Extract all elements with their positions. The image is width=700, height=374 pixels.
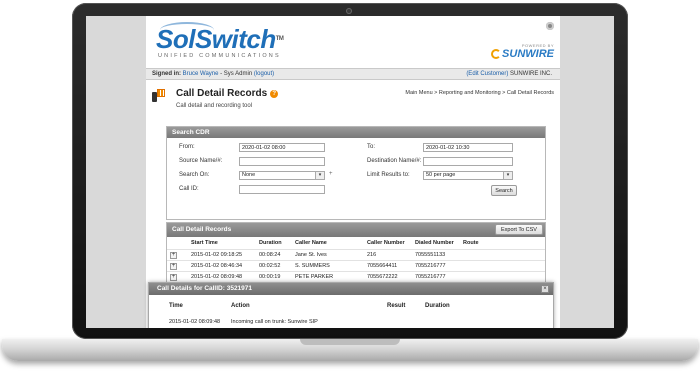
call-id-input[interactable] xyxy=(239,185,325,194)
call-id-label: Call ID: xyxy=(179,186,199,192)
close-icon[interactable]: × xyxy=(541,285,549,293)
sunwire-swirl-icon xyxy=(491,49,502,59)
partner-logo: SUNWIRE xyxy=(491,48,554,60)
help-icon[interactable]: ? xyxy=(270,90,279,98)
logout-link[interactable]: (logout) xyxy=(254,71,274,77)
user-role: - Sys Admin xyxy=(220,71,253,77)
customer-name: SUNWIRE INC. xyxy=(510,71,552,77)
destination-label: Destination Name/#: xyxy=(367,158,422,164)
cdr-phone-icon xyxy=(152,89,165,103)
col-caller-name[interactable]: Caller Name xyxy=(295,240,327,246)
source-input[interactable] xyxy=(239,157,325,166)
col-duration[interactable]: Duration xyxy=(259,240,282,246)
col-duration: Duration xyxy=(425,303,450,309)
destination-input[interactable] xyxy=(423,157,513,166)
call-details-title: Call Details for CallID: 3521971 xyxy=(149,283,553,295)
col-action: Action xyxy=(231,303,250,309)
limit-label: Limit Results to: xyxy=(367,172,410,178)
to-date-input[interactable] xyxy=(423,143,513,152)
search-panel-title: Search CDR xyxy=(167,127,545,138)
camera-icon xyxy=(346,8,352,14)
source-label: Source Name/#: xyxy=(179,158,223,164)
expand-row-button[interactable]: + xyxy=(170,274,177,281)
expand-row-button[interactable]: + xyxy=(170,263,177,270)
customer-info: (Edit Customer) SUNWIRE INC. xyxy=(466,69,552,79)
search-on-label: Search On: xyxy=(179,172,210,178)
search-button[interactable]: Search xyxy=(491,185,517,196)
col-dialed-number[interactable]: Dialed Number xyxy=(415,240,454,246)
edit-customer-link[interactable]: (Edit Customer) xyxy=(466,71,508,77)
chevron-down-icon: ▾ xyxy=(503,172,512,179)
settings-icon[interactable] xyxy=(546,22,554,30)
user-name-link[interactable]: Bruce Wayne xyxy=(183,71,219,77)
app-header: SolSwitchTM UNIFIED COMMUNICATIONS POWER… xyxy=(146,16,560,66)
limit-select[interactable]: 50 per page ▾ xyxy=(423,171,513,180)
breadcrumb[interactable]: Main Menu > Reporting and Monitoring > C… xyxy=(405,90,554,96)
search-on-value: None xyxy=(242,172,256,178)
chevron-down-icon: ▾ xyxy=(315,172,324,179)
col-time: Time xyxy=(169,303,183,309)
web-page: SolSwitchTM UNIFIED COMMUNICATIONS POWER… xyxy=(146,16,560,328)
col-start-time[interactable]: Start Time xyxy=(191,240,218,246)
cdr-panel-title: Call Detail Records xyxy=(167,223,545,237)
add-search-field-button[interactable]: + xyxy=(329,171,333,177)
export-csv-button[interactable]: Export To CSV xyxy=(495,224,543,235)
laptop-base-notch xyxy=(300,339,400,345)
logo-subtitle: UNIFIED COMMUNICATIONS xyxy=(158,53,281,59)
detail-time: 2015-01-02 08:09:48 xyxy=(169,319,221,325)
partner-name: SUNWIRE xyxy=(502,48,554,60)
expand-row-button[interactable]: + xyxy=(170,252,177,259)
call-details-dialog: Call Details for CallID: 3521971 × Time … xyxy=(148,282,554,328)
limit-value: 50 per page xyxy=(426,172,456,178)
search-cdr-panel: Search CDR From: To: Source Name/#: Dest… xyxy=(166,126,546,220)
from-date-input[interactable] xyxy=(239,143,325,152)
to-label: To: xyxy=(367,144,376,150)
from-label: From: xyxy=(179,144,195,150)
page-title: Call Detail Records xyxy=(176,88,268,99)
search-on-select[interactable]: None ▾ xyxy=(239,171,325,180)
page-title-wrap: Call Detail Records? xyxy=(176,88,279,99)
col-caller-number[interactable]: Caller Number xyxy=(367,240,405,246)
laptop-screen: SolSwitchTM UNIFIED COMMUNICATIONS POWER… xyxy=(86,16,614,328)
solswitch-logo[interactable]: SolSwitchTM xyxy=(156,24,284,54)
col-result: Result xyxy=(387,303,406,309)
user-bar: Signed in: Bruce Wayne - Sys Admin (logo… xyxy=(146,68,560,80)
col-route[interactable]: Route xyxy=(463,240,479,246)
signed-in-label: Signed in: xyxy=(152,71,181,77)
page-subtitle: Call detail and recording tool xyxy=(176,103,253,109)
signed-in-info: Signed in: Bruce Wayne - Sys Admin (logo… xyxy=(152,69,274,79)
logo-text: SolSwitch xyxy=(156,24,276,54)
logo-trademark: TM xyxy=(275,36,284,42)
detail-action: Incoming call on trunk: Sunwire SIP xyxy=(231,319,318,325)
